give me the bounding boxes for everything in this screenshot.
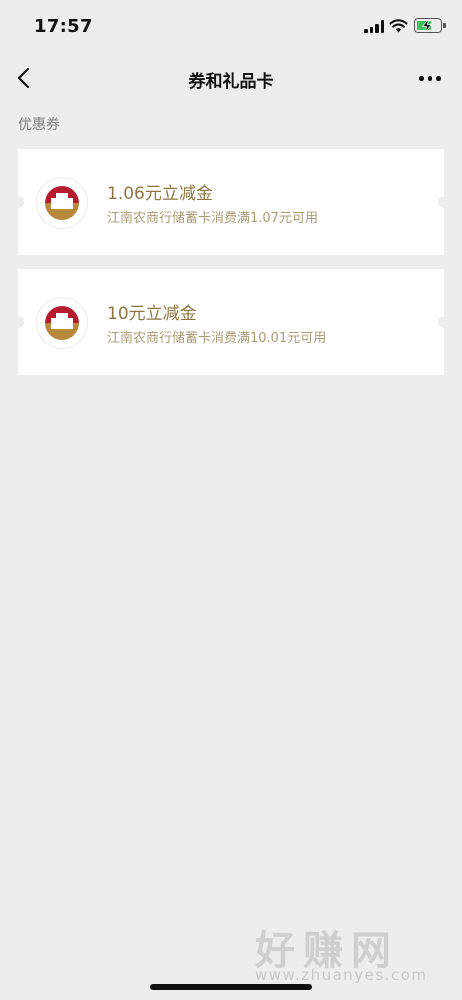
more-options-button[interactable] [414,66,446,90]
coupon-card[interactable]: 1.06元立减金 江南农商行储蓄卡消费满1.07元可用 [12,149,450,255]
bank-logo-icon [36,297,88,349]
card-notch [438,316,450,328]
card-notch [12,196,24,208]
charging-bolt-icon [421,18,433,33]
watermark-url: www.zhuanyes.com [255,966,428,984]
coupon-title: 1.06元立减金 [107,184,213,204]
section-title-coupons: 优惠券 [18,117,60,133]
card-notch [438,196,450,208]
status-time: 17:57 [34,16,93,37]
card-notch [12,316,24,328]
navigation-bar: 券和礼品卡 [0,54,462,102]
coupon-card[interactable]: 10元立减金 江南农商行储蓄卡消费满10.01元可用 [12,269,450,375]
coupon-title: 10元立减金 [107,304,197,324]
bank-logo-icon [36,177,88,229]
cellular-signal-icon [364,20,384,33]
coupon-subtitle: 江南农商行储蓄卡消费满1.07元可用 [107,211,318,226]
page-title: 券和礼品卡 [188,72,274,92]
status-bar: 17:57 [0,0,462,54]
more-dots-icon [419,76,424,81]
battery-cap [443,23,446,28]
coupon-subtitle: 江南农商行储蓄卡消费满10.01元可用 [107,331,327,346]
wifi-icon [389,19,408,33]
more-dots-icon [427,76,432,81]
more-dots-icon [436,76,441,81]
home-indicator[interactable] [150,984,312,990]
watermark: 好赚网 www.zhuanyes.com [255,918,445,990]
coupons-gift-cards-screen: 17:57 券和礼品卡 优惠券 1.06元立减金 江南农商行储蓄卡消费满1.07… [0,0,462,1000]
